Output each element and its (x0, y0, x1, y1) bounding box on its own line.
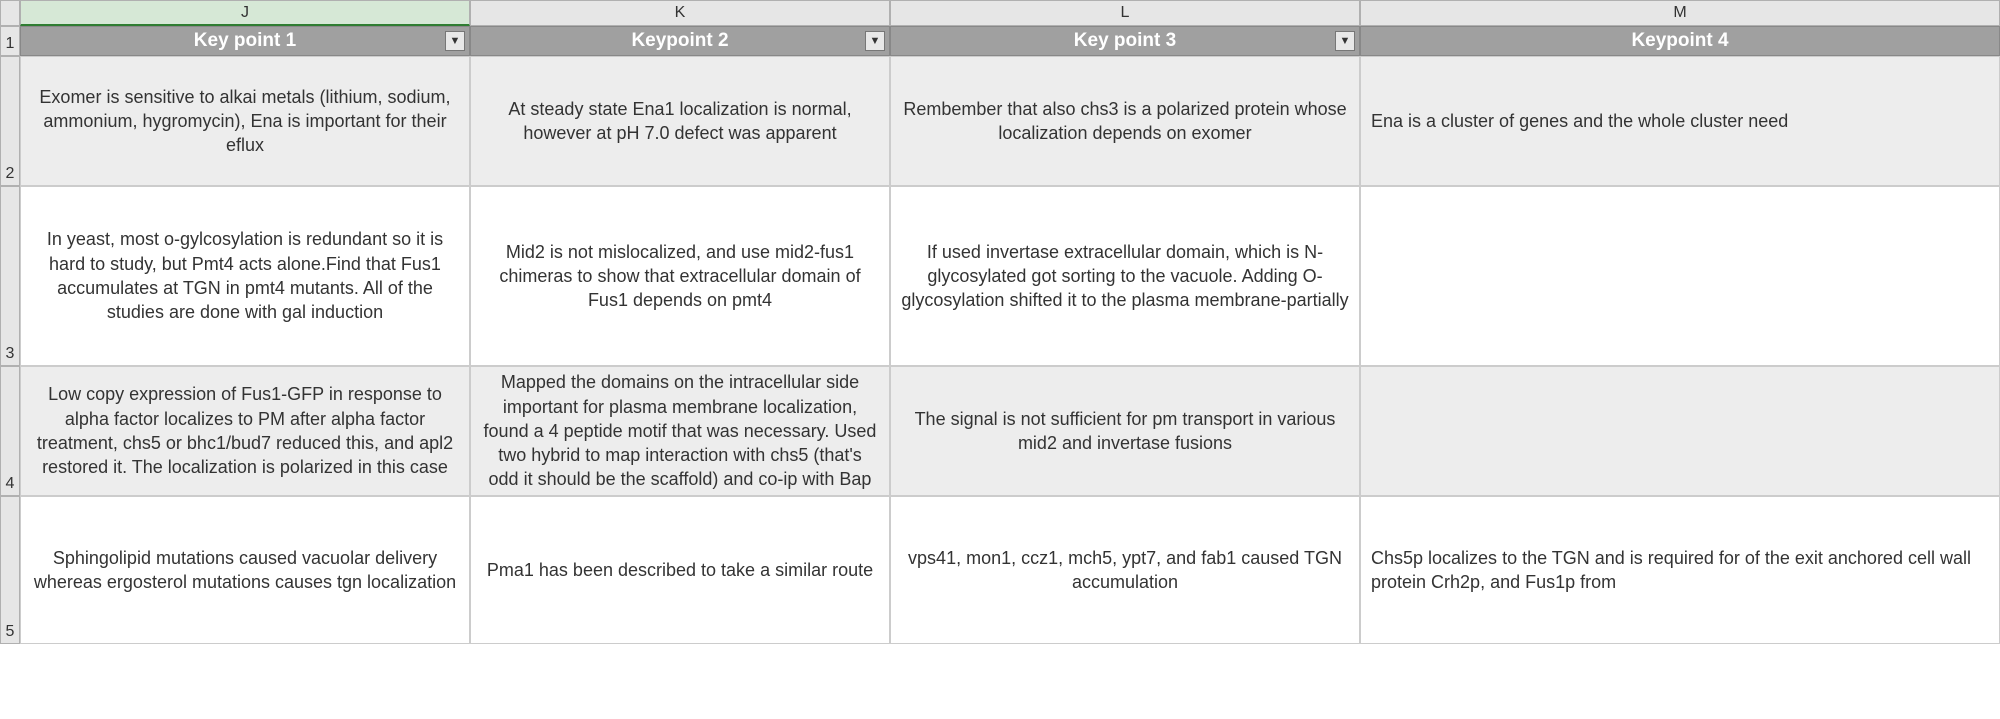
header-keypoint-2[interactable]: Keypoint 2 ▼ (470, 26, 890, 56)
select-all-corner[interactable] (0, 0, 20, 26)
cell-J4[interactable]: Low copy expression of Fus1-GFP in respo… (20, 366, 470, 496)
filter-button[interactable]: ▼ (445, 31, 465, 51)
cell-M4[interactable] (1360, 366, 2000, 496)
column-header-L[interactable]: L (890, 0, 1360, 26)
cell-L4[interactable]: The signal is not sufficient for pm tran… (890, 366, 1360, 496)
cell-J5[interactable]: Sphingolipid mutations caused vacuolar d… (20, 496, 470, 644)
filter-button[interactable]: ▼ (865, 31, 885, 51)
spreadsheet-grid: J K L M 1 Key point 1 ▼ Keypoint 2 ▼ Key… (0, 0, 2000, 644)
row-header-5[interactable]: 5 (0, 496, 20, 644)
row-header-4[interactable]: 4 (0, 366, 20, 496)
cell-J2[interactable]: Exomer is sensitive to alkai metals (lit… (20, 56, 470, 186)
column-header-M[interactable]: M (1360, 0, 2000, 26)
cell-L3[interactable]: If used invertase extracellular domain, … (890, 186, 1360, 366)
cell-K4[interactable]: Mapped the domains on the intracellular … (470, 366, 890, 496)
cell-L5[interactable]: vps41, mon1, ccz1, mch5, ypt7, and fab1 … (890, 496, 1360, 644)
column-header-K[interactable]: K (470, 0, 890, 26)
row-header-3[interactable]: 3 (0, 186, 20, 366)
cell-M5[interactable]: Chs5p localizes to the TGN and is requir… (1360, 496, 2000, 644)
row-header-1[interactable]: 1 (0, 26, 20, 56)
header-label: Key point 3 (1074, 30, 1176, 52)
chevron-down-icon: ▼ (450, 35, 461, 47)
cell-M3[interactable] (1360, 186, 2000, 366)
cell-K5[interactable]: Pma1 has been described to take a simila… (470, 496, 890, 644)
cell-K3[interactable]: Mid2 is not mislocalized, and use mid2-f… (470, 186, 890, 366)
header-label: Keypoint 4 (1631, 30, 1728, 52)
row-header-2[interactable]: 2 (0, 56, 20, 186)
column-header-J[interactable]: J (20, 0, 470, 26)
cell-L2[interactable]: Rembember that also chs3 is a polarized … (890, 56, 1360, 186)
header-label: Key point 1 (194, 30, 296, 52)
cell-J3[interactable]: In yeast, most o-gylcosylation is redund… (20, 186, 470, 366)
header-label: Keypoint 2 (631, 30, 728, 52)
cell-M2[interactable]: Ena is a cluster of genes and the whole … (1360, 56, 2000, 186)
filter-button[interactable]: ▼ (1335, 31, 1355, 51)
header-keypoint-1[interactable]: Key point 1 ▼ (20, 26, 470, 56)
header-keypoint-4[interactable]: Keypoint 4 (1360, 26, 2000, 56)
cell-K2[interactable]: At steady state Ena1 localization is nor… (470, 56, 890, 186)
header-keypoint-3[interactable]: Key point 3 ▼ (890, 26, 1360, 56)
chevron-down-icon: ▼ (870, 35, 881, 47)
chevron-down-icon: ▼ (1340, 35, 1351, 47)
